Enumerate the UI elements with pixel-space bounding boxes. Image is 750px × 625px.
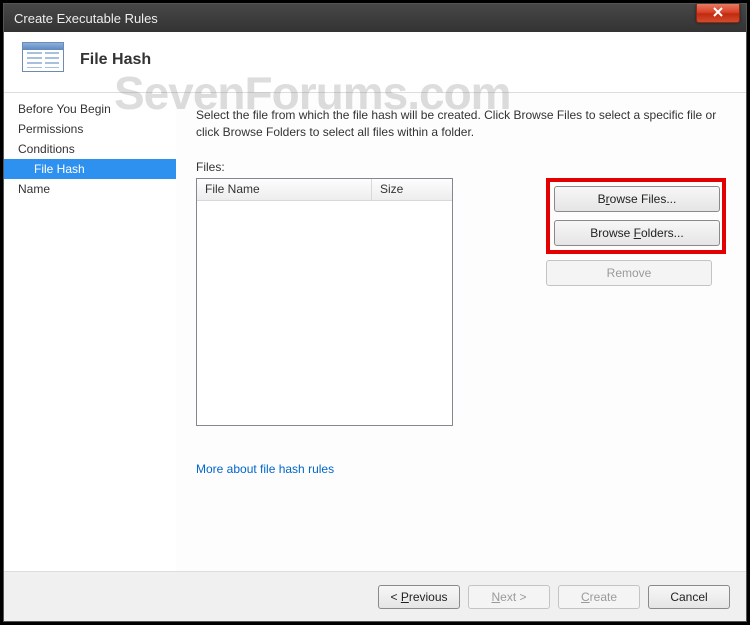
column-size[interactable]: Size xyxy=(372,179,452,200)
main-panel: Select the file from which the file hash… xyxy=(176,93,746,571)
browse-folders-button[interactable]: Browse Folders... xyxy=(554,220,720,246)
wizard-window: Create Executable Rules SevenForums.com … xyxy=(3,3,747,622)
wizard-body: Before You Begin Permissions Conditions … xyxy=(4,93,746,571)
cancel-button[interactable]: Cancel xyxy=(648,585,730,609)
previous-button[interactable]: < Previous xyxy=(378,585,460,609)
more-about-link[interactable]: More about file hash rules xyxy=(196,462,334,476)
wizard-footer: < Previous Next > Create Cancel xyxy=(4,571,746,621)
column-file-name[interactable]: File Name xyxy=(197,179,372,200)
close-button[interactable] xyxy=(696,4,740,23)
page-icon xyxy=(22,42,66,78)
wizard-sidebar: Before You Begin Permissions Conditions … xyxy=(4,93,176,571)
instruction-text: Select the file from which the file hash… xyxy=(196,107,726,142)
files-listview[interactable]: File Name Size xyxy=(196,178,453,426)
create-button: Create xyxy=(558,585,640,609)
sidebar-item-permissions[interactable]: Permissions xyxy=(4,119,176,139)
next-button: Next > xyxy=(468,585,550,609)
remove-button: Remove xyxy=(546,260,712,286)
buttons-column: Browse Files... Browse Folders... Remove xyxy=(546,160,726,286)
titlebar: Create Executable Rules xyxy=(4,4,746,32)
sidebar-item-conditions[interactable]: Conditions xyxy=(4,139,176,159)
files-label: Files: xyxy=(196,160,532,174)
page-title: File Hash xyxy=(80,51,151,69)
window-title: Create Executable Rules xyxy=(14,11,158,26)
sidebar-item-before-you-begin[interactable]: Before You Begin xyxy=(4,99,176,119)
highlight-annotation: Browse Files... Browse Folders... xyxy=(546,178,726,254)
listview-header: File Name Size xyxy=(197,179,452,201)
sidebar-item-file-hash[interactable]: File Hash xyxy=(4,159,176,179)
wizard-header: File Hash xyxy=(4,32,746,93)
close-icon xyxy=(712,7,724,18)
sidebar-item-name[interactable]: Name xyxy=(4,179,176,199)
browse-files-button[interactable]: Browse Files... xyxy=(554,186,720,212)
